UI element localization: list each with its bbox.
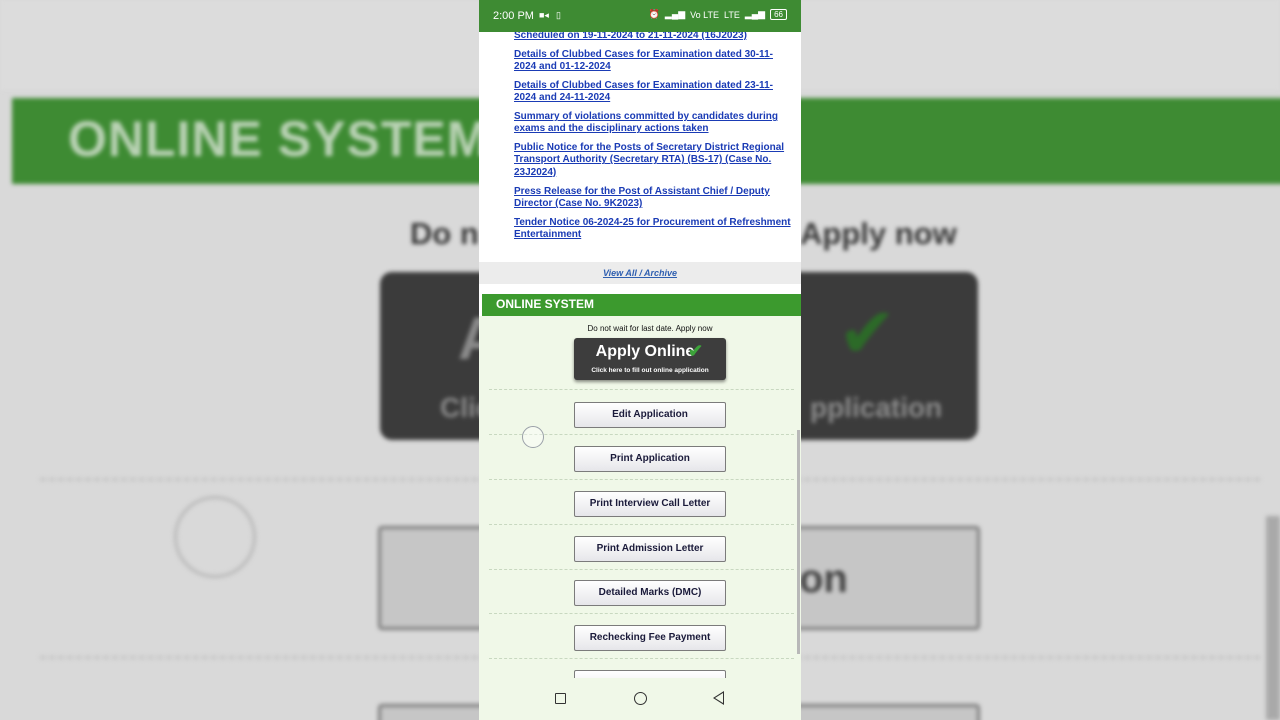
android-nav-bar bbox=[479, 678, 801, 720]
wifi-icon: ▂▄▆ bbox=[744, 9, 766, 19]
lte-label: LTE bbox=[724, 9, 740, 20]
notice-text: Do not wait for last date. Apply now bbox=[587, 324, 713, 333]
online-system-panel: Do not wait for last date. Apply now App… bbox=[479, 316, 801, 678]
home-icon[interactable] bbox=[634, 692, 647, 705]
print-interview-call-letter-button[interactable]: Print Interview Call Letter bbox=[574, 491, 726, 517]
scrollbar[interactable] bbox=[797, 430, 800, 654]
bg-scrollbar bbox=[1266, 516, 1280, 720]
edit-application-button[interactable]: Edit Application bbox=[574, 402, 726, 428]
news-link[interactable]: Scheduled on 19-11-2024 to 21-11-2024 (1… bbox=[514, 32, 792, 42]
news-link[interactable]: Press Release for the Post of Assistant … bbox=[514, 186, 792, 211]
news-link[interactable]: Details of Clubbed Cases for Examination… bbox=[514, 80, 792, 105]
alarm-icon: ⏰ bbox=[648, 9, 660, 19]
news-link[interactable]: Public Notice for the Posts of Secretary… bbox=[514, 142, 792, 179]
print-admission-letter-button[interactable]: Print Admission Letter bbox=[574, 536, 726, 562]
page-content: Scheduled on 19-11-2024 to 21-11-2024 (1… bbox=[479, 32, 801, 678]
phone-icon: ▯ bbox=[556, 10, 561, 20]
battery-icon: 66 bbox=[770, 9, 787, 20]
bg-notice-left: Do n bbox=[410, 216, 479, 251]
signal-icon: ▂▄▆ bbox=[664, 9, 686, 19]
status-time: 2:00 PM bbox=[493, 10, 534, 22]
news-link[interactable]: Details of Clubbed Cases for Examination… bbox=[514, 49, 792, 74]
checkmark-icon: ✔ bbox=[688, 341, 704, 361]
divider bbox=[489, 569, 794, 570]
touch-indicator bbox=[522, 426, 544, 448]
divider bbox=[489, 613, 794, 614]
online-system-header: ONLINE SYSTEM bbox=[482, 294, 801, 316]
news-link[interactable]: Summary of violations committed by candi… bbox=[514, 111, 792, 136]
news-link[interactable]: Tender Notice 06-2024-25 for Procurement… bbox=[514, 217, 792, 242]
divider bbox=[489, 389, 794, 390]
status-icons: ⏰ ▂▄▆ Vo LTE LTE ▂▄▆ 66 bbox=[649, 9, 787, 20]
print-application-button[interactable]: Print Application bbox=[574, 446, 726, 472]
bg-notice-right: Apply now bbox=[800, 216, 957, 251]
status-bar: 2:00 PM ■◂ ▯ ⏰ ▂▄▆ Vo LTE LTE ▂▄▆ 66 bbox=[479, 0, 801, 32]
archive-bar: View All / Archive bbox=[479, 262, 801, 284]
back-icon[interactable] bbox=[713, 691, 724, 705]
view-all-archive-link[interactable]: View All / Archive bbox=[603, 268, 677, 278]
phone-screen: 2:00 PM ■◂ ▯ ⏰ ▂▄▆ Vo LTE LTE ▂▄▆ 66 Sch… bbox=[479, 0, 801, 720]
divider bbox=[489, 479, 794, 480]
bg-touch-circle bbox=[174, 496, 256, 578]
apply-online-button[interactable]: Apply Online ✔ Click here to fill out on… bbox=[574, 338, 726, 380]
rechecking-fee-payment-button[interactable]: Rechecking Fee Payment bbox=[574, 625, 726, 651]
detailed-marks-button[interactable]: Detailed Marks (DMC) bbox=[574, 580, 726, 606]
divider bbox=[489, 658, 794, 659]
video-icon: ■◂ bbox=[539, 10, 549, 20]
divider bbox=[489, 524, 794, 525]
apply-online-subtext: Click here to fill out online applicatio… bbox=[591, 367, 709, 374]
recents-icon[interactable] bbox=[555, 693, 566, 704]
volte-label: Vo LTE bbox=[690, 9, 720, 20]
next-button-partial[interactable] bbox=[574, 670, 726, 678]
